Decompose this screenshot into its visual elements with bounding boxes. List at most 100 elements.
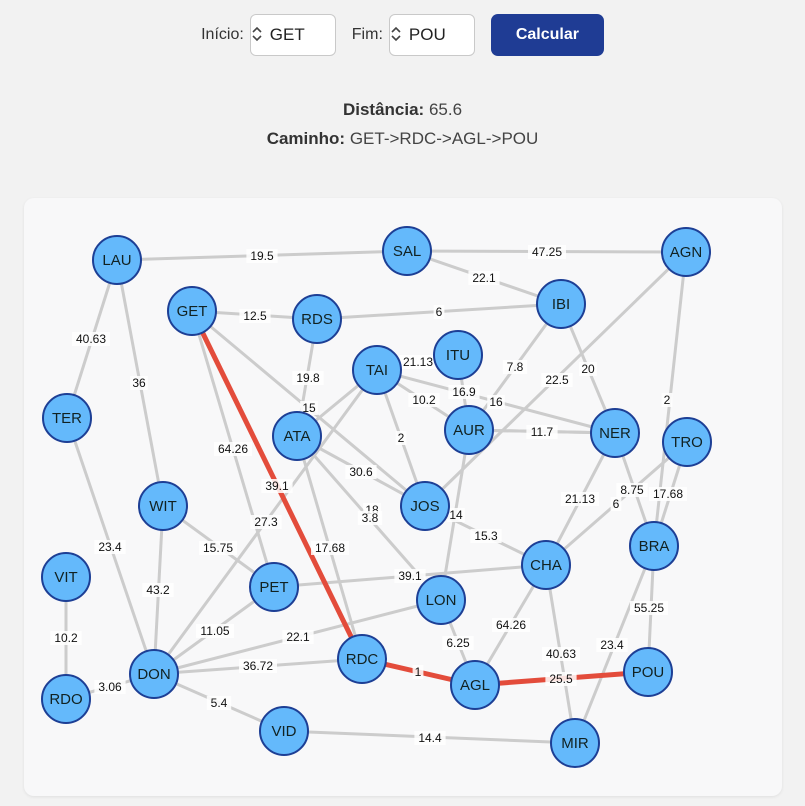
node-label: SAL	[393, 243, 421, 260]
edge-weight-text: 43.2	[146, 583, 170, 597]
node-label: IBI	[552, 296, 570, 313]
edge-weight-text: 8.75	[620, 483, 644, 497]
node-label: BRA	[639, 538, 670, 555]
edge-weight-label: 39.1	[394, 569, 426, 583]
edge-weight-label: 14.4	[414, 731, 446, 745]
graph-node-jos[interactable]: JOS	[400, 481, 450, 531]
graph-node-rdc[interactable]: RDC	[337, 634, 387, 684]
edge-weight-label: 19.5	[246, 249, 278, 263]
graph-node-agn[interactable]: AGN	[661, 227, 711, 277]
graph-node-vit[interactable]: VIT	[41, 552, 91, 602]
graph-node-bra[interactable]: BRA	[629, 521, 679, 571]
graph-node-rds[interactable]: RDS	[292, 294, 342, 344]
edge-weight-label: 2	[661, 393, 673, 407]
node-label: AGL	[460, 677, 490, 694]
graph-node-tai[interactable]: TAI	[352, 345, 402, 395]
edge-weight-label: 11.7	[526, 425, 558, 439]
graph-node-aur[interactable]: AUR	[444, 405, 494, 455]
edge-weight-text: 6	[613, 497, 620, 511]
node-label: NER	[599, 425, 631, 442]
edge-weight-text: 12.5	[243, 309, 267, 323]
graph-node-ibi[interactable]: IBI	[536, 279, 586, 329]
edge-weight-label: 25.5	[545, 672, 577, 686]
edge-weight-text: 40.63	[76, 332, 106, 346]
edge-weight-label: 47.25	[528, 245, 566, 259]
edge-weight-text: 10.2	[412, 393, 436, 407]
node-label: ITU	[446, 347, 470, 364]
node-label: TER	[52, 410, 82, 427]
node-label: RDC	[346, 651, 379, 668]
edge-weight-text: 19.8	[296, 371, 320, 385]
edge-weight-label: 16	[487, 395, 505, 409]
edge-weight-text: 22.5	[545, 373, 569, 387]
edge-weight-text: 64.26	[218, 442, 248, 456]
edge-weight-label: 8.75	[616, 483, 648, 497]
node-label: MIR	[561, 735, 589, 752]
edge-weight-label: 39.1	[261, 479, 293, 493]
edge-weight-text: 36.72	[243, 659, 273, 673]
node-label: VIT	[54, 569, 77, 586]
edge-weight-label: 10.2	[50, 631, 82, 645]
graph-node-don[interactable]: DON	[129, 649, 179, 699]
edge-weight-text: 10.2	[54, 631, 78, 645]
edge-weight-text: 40.63	[546, 647, 576, 661]
edge-weight-label: 3.06	[94, 680, 126, 694]
edge-weight-text: 15.3	[474, 529, 498, 543]
graph-node-lau[interactable]: LAU	[92, 235, 142, 285]
graph-node-lon[interactable]: LON	[416, 575, 466, 625]
node-label: POU	[632, 664, 665, 681]
graph-node-wit[interactable]: WIT	[138, 481, 188, 531]
edge-weight-label: 23.4	[596, 638, 628, 652]
node-label: DON	[137, 666, 170, 683]
edge-weight-text: 39.1	[265, 479, 289, 493]
graph-node-rdo[interactable]: RDO	[41, 674, 91, 724]
graph-node-tro[interactable]: TRO	[662, 417, 712, 467]
edge-weight-label: 64.26	[492, 618, 530, 632]
graph-node-cha[interactable]: CHA	[521, 540, 571, 590]
edge-weight-text: 16	[489, 395, 503, 409]
edge-weight-text: 17.68	[653, 487, 683, 501]
edge-weight-text: 16.9	[452, 385, 476, 399]
edge-weight-label: 1	[412, 665, 424, 679]
edge-weight-text: 30.6	[349, 465, 373, 479]
node-label: LAU	[102, 252, 131, 269]
node-label: CHA	[530, 557, 562, 574]
graph-node-mir[interactable]: MIR	[550, 718, 600, 768]
graph-node-get[interactable]: GET	[167, 286, 217, 336]
graph-node-vid[interactable]: VID	[259, 706, 309, 756]
edge-weight-label: 5.4	[206, 696, 232, 710]
node-label: VID	[271, 723, 296, 740]
edge-weight-text: 21.13	[565, 492, 595, 506]
edge-weight-text: 17.68	[315, 541, 345, 555]
graph-node-pou[interactable]: POU	[623, 647, 673, 697]
graph-node-ter[interactable]: TER	[42, 393, 92, 443]
edge-weight-text: 25.5	[549, 672, 573, 686]
graph-node-agl[interactable]: AGL	[450, 660, 500, 710]
node-label: PET	[259, 579, 288, 596]
edge-weight-text: 39.1	[398, 569, 422, 583]
edge-weight-text: 23.4	[98, 540, 122, 554]
edge-weight-text: 47.25	[532, 245, 562, 259]
edge-weight-text: 20	[581, 362, 595, 376]
graph-node-ner[interactable]: NER	[590, 408, 640, 458]
edge-weight-label: 16.9	[448, 385, 480, 399]
graph-node-itu[interactable]: ITU	[433, 330, 483, 380]
node-label: AUR	[453, 422, 485, 439]
graph-node-sal[interactable]: SAL	[382, 226, 432, 276]
edge-weight-label: 43.2	[142, 583, 174, 597]
edge-weight-label: 22.5	[541, 373, 573, 387]
edge-weight-label: 20	[579, 362, 597, 376]
edge-weight-text: 1	[415, 665, 422, 679]
edge-weight-label: 30.6	[345, 465, 377, 479]
edge-weight-text: 7.8	[507, 360, 524, 374]
edge-weight-text: 55.25	[634, 601, 664, 615]
edge-weight-text: 21.13	[403, 355, 433, 369]
graph-node-ata[interactable]: ATA	[272, 411, 322, 461]
graph-node-pet[interactable]: PET	[249, 562, 299, 612]
edge-weight-label: 2	[395, 431, 407, 445]
edge-weight-text: 64.26	[496, 618, 526, 632]
node-label: LON	[426, 592, 457, 609]
edge-weight-label: 55.25	[630, 601, 668, 615]
node-label: WIT	[149, 498, 177, 515]
edge-weight-text: 15.75	[203, 541, 233, 555]
